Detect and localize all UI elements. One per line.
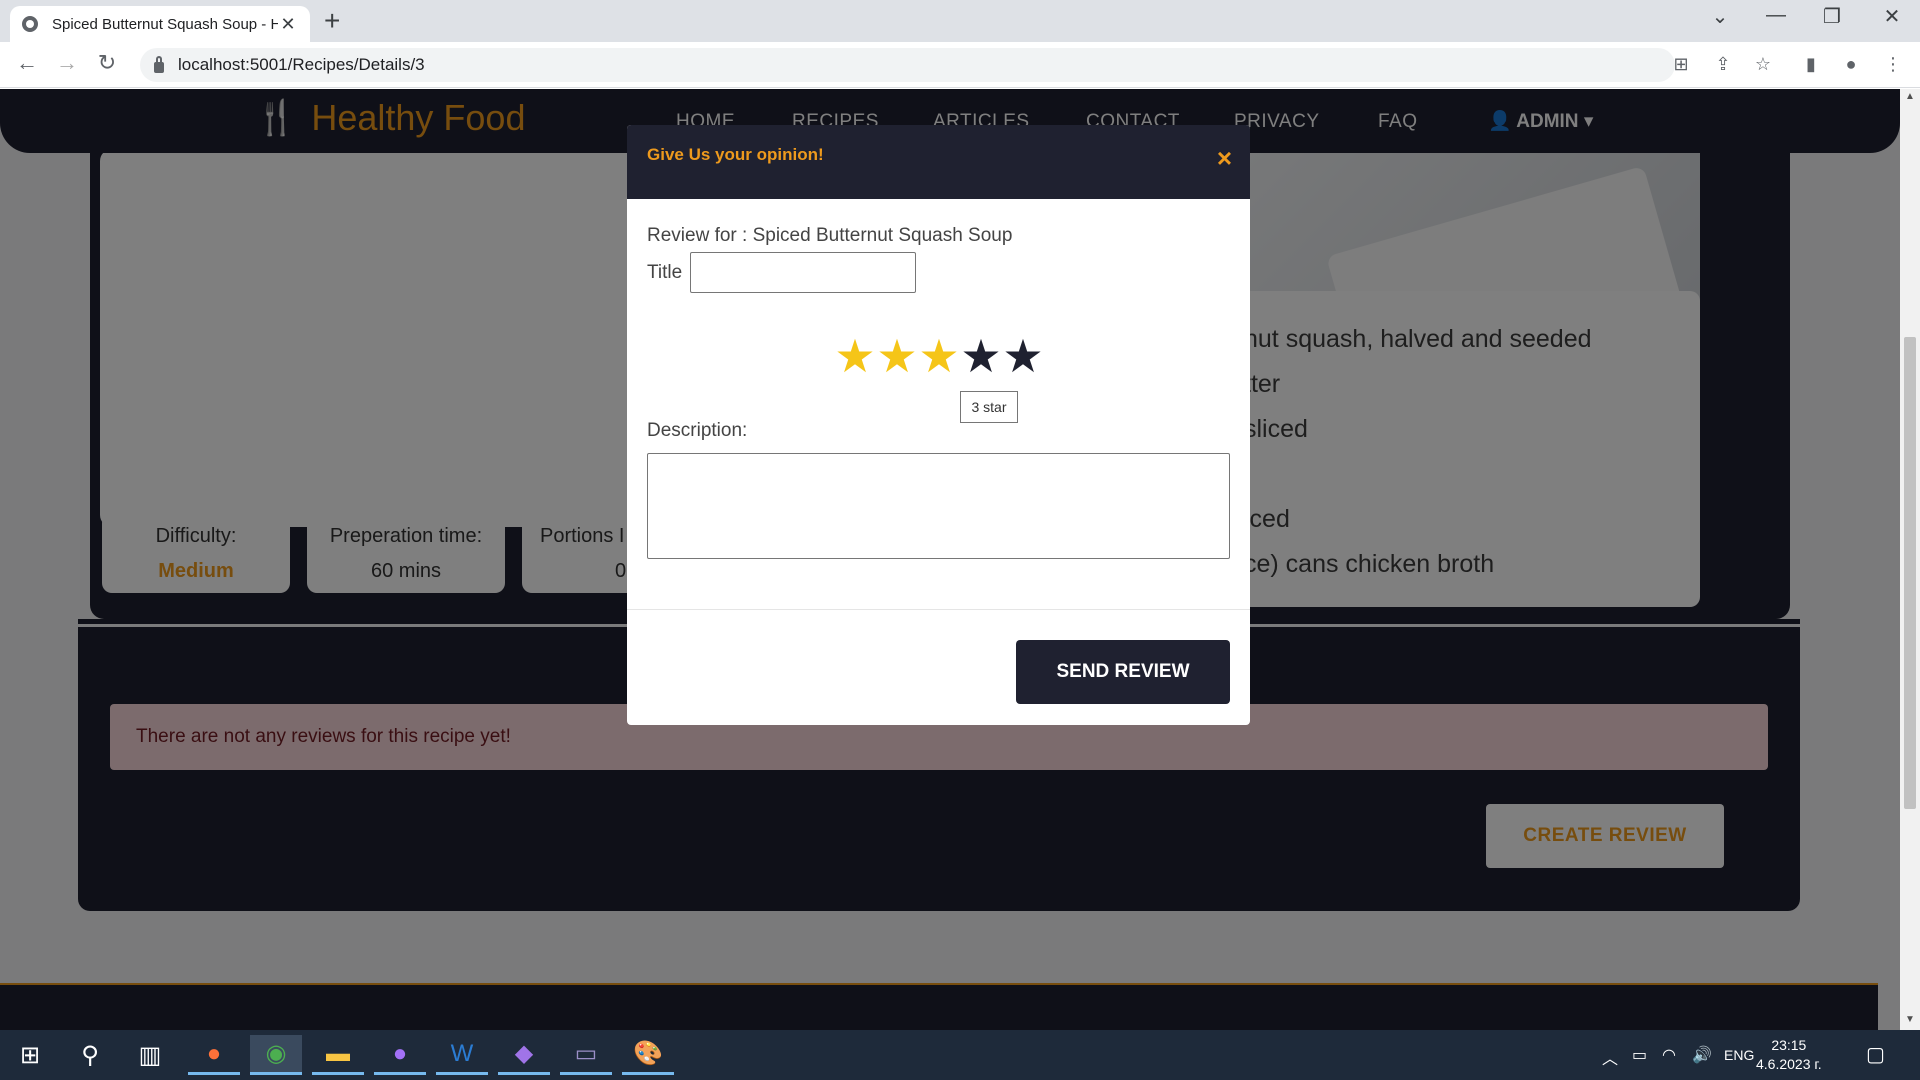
windows-start-icon[interactable]: ⊞	[4, 1035, 56, 1075]
visual-studio-icon[interactable]: ◆	[498, 1035, 550, 1075]
description-textarea[interactable]	[647, 453, 1230, 559]
paint-icon[interactable]: 🎨	[622, 1035, 674, 1075]
star-icon[interactable]: ★	[960, 333, 1002, 379]
new-tab-button[interactable]: +	[324, 6, 340, 36]
forward-icon[interactable]: →	[52, 50, 82, 76]
star-icon[interactable]: ★	[876, 333, 918, 379]
share-icon[interactable]: ⇪	[1710, 54, 1736, 75]
translate-icon[interactable]: ⊞	[1668, 54, 1694, 75]
tab-search-icon[interactable]: ⌄	[1700, 4, 1740, 29]
reload-icon[interactable]: ↻	[92, 50, 122, 76]
clock-date: 4.6.2023 г.	[1756, 1056, 1822, 1072]
scroll-thumb[interactable]	[1904, 337, 1916, 809]
address-bar[interactable]: localhost:5001/Recipes/Details/3	[140, 48, 1675, 82]
bookmark-star-icon[interactable]: ☆	[1750, 54, 1776, 75]
menu-dots-icon[interactable]: ⋮	[1880, 54, 1906, 75]
search-icon[interactable]: ⚲	[64, 1035, 116, 1075]
review-for-label: Review for : Spiced Butternut Squash Sou…	[647, 225, 1013, 246]
taskbar-clock[interactable]: 23:15 4.6.2023 г.	[1756, 1036, 1822, 1074]
battery-icon[interactable]: ▭	[1632, 1045, 1647, 1065]
globe-icon	[22, 16, 38, 32]
terminal-icon[interactable]: ▭	[560, 1035, 612, 1075]
star-icon[interactable]: ★	[1002, 333, 1044, 379]
file-explorer-icon[interactable]: ▬	[312, 1035, 364, 1075]
windows-taskbar: ⊞ ⚲ ▥ ● ◉ ▬ ● W ◆ ▭ 🎨 ︿ ▭ ◠ 🔊 ENG 23:15 …	[0, 1030, 1920, 1080]
close-window-button[interactable]: ✕	[1872, 4, 1912, 29]
description-label: Description:	[647, 420, 748, 441]
review-modal: Give Us your opinion! × Review for : Spi…	[627, 125, 1250, 725]
browser-toolbar: ← → ↻ localhost:5001/Recipes/Details/3 ⊞…	[0, 42, 1920, 88]
clock-time: 23:15	[1771, 1037, 1807, 1053]
lock-icon	[154, 55, 164, 73]
scroll-up-icon[interactable]: ▲	[1900, 91, 1920, 102]
side-panel-icon[interactable]: ▮	[1798, 54, 1824, 75]
profile-icon[interactable]: ●	[1838, 54, 1864, 75]
chrome-icon[interactable]: ◉	[250, 1035, 302, 1075]
send-review-button[interactable]: SEND REVIEW	[1016, 640, 1230, 704]
language-indicator[interactable]: ENG	[1724, 1047, 1754, 1063]
notifications-icon[interactable]: ▢	[1866, 1042, 1885, 1067]
star-icon[interactable]: ★	[918, 333, 960, 379]
modal-title: Give Us your opinion!	[647, 145, 824, 164]
star-rating[interactable]: ★ ★ ★ ★ ★	[834, 333, 1044, 379]
tray-chevron-icon[interactable]: ︿	[1602, 1045, 1618, 1069]
page-scrollbar[interactable]: ▲ ▼	[1900, 89, 1920, 1030]
tab-close-icon[interactable]: ✕	[278, 14, 298, 35]
browser-tab[interactable]: Spiced Butternut Squash Soup - H ✕	[10, 6, 310, 42]
task-view-icon[interactable]: ▥	[124, 1035, 176, 1075]
word-icon[interactable]: W	[436, 1035, 488, 1075]
scroll-down-icon[interactable]: ▼	[1900, 1014, 1920, 1025]
minimize-button[interactable]: —	[1756, 4, 1796, 27]
back-icon[interactable]: ←	[12, 50, 42, 76]
restore-button[interactable]: ❐	[1812, 4, 1852, 29]
modal-header: Give Us your opinion! ×	[627, 125, 1250, 199]
firefox-icon[interactable]: ●	[188, 1035, 240, 1075]
modal-divider	[627, 609, 1250, 610]
tab-title: Spiced Butternut Squash Soup - H	[52, 15, 278, 33]
title-input[interactable]	[690, 252, 916, 293]
url-text: localhost:5001/Recipes/Details/3	[178, 55, 425, 74]
title-label: Title	[647, 262, 683, 283]
close-icon[interactable]: ×	[1217, 145, 1232, 171]
browser-tabbar: Spiced Butternut Squash Soup - H ✕ + ⌄ —…	[0, 0, 1920, 42]
star-icon[interactable]: ★	[834, 333, 876, 379]
rating-tooltip: 3 star	[960, 391, 1018, 423]
github-desktop-icon[interactable]: ●	[374, 1035, 426, 1075]
volume-icon[interactable]: 🔊	[1692, 1045, 1712, 1065]
wifi-icon[interactable]: ◠	[1662, 1045, 1676, 1065]
